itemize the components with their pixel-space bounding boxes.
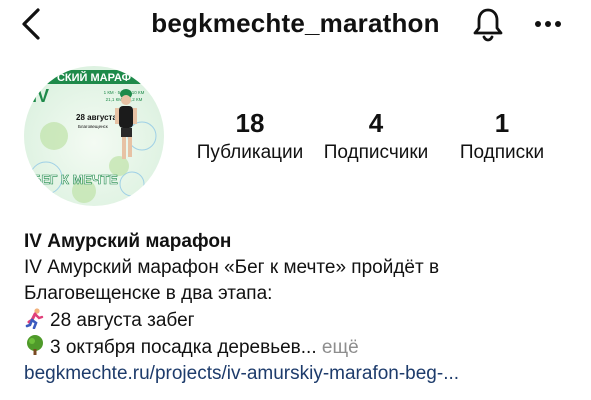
avatar-city: Благовещенск bbox=[78, 124, 108, 129]
bio-line-4-text: 3 октября посадка деревьев... bbox=[50, 337, 317, 358]
runner-emoji-icon bbox=[25, 308, 44, 329]
bell-icon bbox=[473, 8, 503, 42]
posts-count: 18 bbox=[235, 108, 265, 138]
profile-avatar[interactable]: СКИЙ МАРАФ IV 1 КМ · 5 КМ · 10 КМ 21,1 К… bbox=[24, 66, 164, 206]
more-options-button[interactable] bbox=[530, 8, 566, 40]
bio-line-3-text: 28 августа забег bbox=[50, 310, 195, 331]
bio-line-2: Благовещенске в два этапа: bbox=[24, 283, 273, 304]
more-horizontal-icon bbox=[535, 21, 561, 27]
following-label: Подписки bbox=[459, 142, 545, 163]
avatar-slogan: БЕГ К МЕЧТЕ bbox=[32, 172, 118, 187]
followers-label: Подписчики bbox=[323, 142, 429, 163]
stat-posts[interactable]: 18 Публикации bbox=[190, 108, 310, 165]
notifications-button[interactable] bbox=[470, 6, 506, 42]
followers-count: 4 bbox=[368, 108, 384, 138]
profile-display-name: IV Амурский марафон bbox=[24, 231, 232, 252]
bio-more-link[interactable]: ещё bbox=[322, 337, 359, 358]
avatar-roman-numeral: IV bbox=[32, 86, 49, 106]
top-bar: begkmechte_marathon bbox=[0, 0, 591, 50]
avatar-date: 28 августа bbox=[76, 113, 117, 122]
avatar-title: СКИЙ МАРАФ bbox=[57, 71, 131, 84]
bio-website-link[interactable]: begkmechte.ru/projects/iv-amurskiy-maraf… bbox=[24, 361, 584, 387]
bio-line-3: 28 августа забег bbox=[24, 307, 584, 334]
bio-line-4: 3 октября посадка деревьев... ещё bbox=[24, 334, 584, 361]
stat-followers[interactable]: 4 Подписчики bbox=[316, 108, 436, 165]
tree-emoji-icon bbox=[27, 335, 43, 355]
stat-following[interactable]: 1 Подписки bbox=[444, 108, 560, 165]
posts-label: Публикации bbox=[196, 142, 304, 163]
following-count: 1 bbox=[494, 108, 510, 138]
bio-line-1: IV Амурский марафон «Бег к мечте» пройдё… bbox=[24, 257, 440, 278]
avatar-poster-image: СКИЙ МАРАФ IV 1 КМ · 5 КМ · 10 КМ 21,1 К… bbox=[24, 66, 164, 206]
profile-bio: IV Амурский марафон IV Амурский марафон … bbox=[24, 229, 584, 387]
